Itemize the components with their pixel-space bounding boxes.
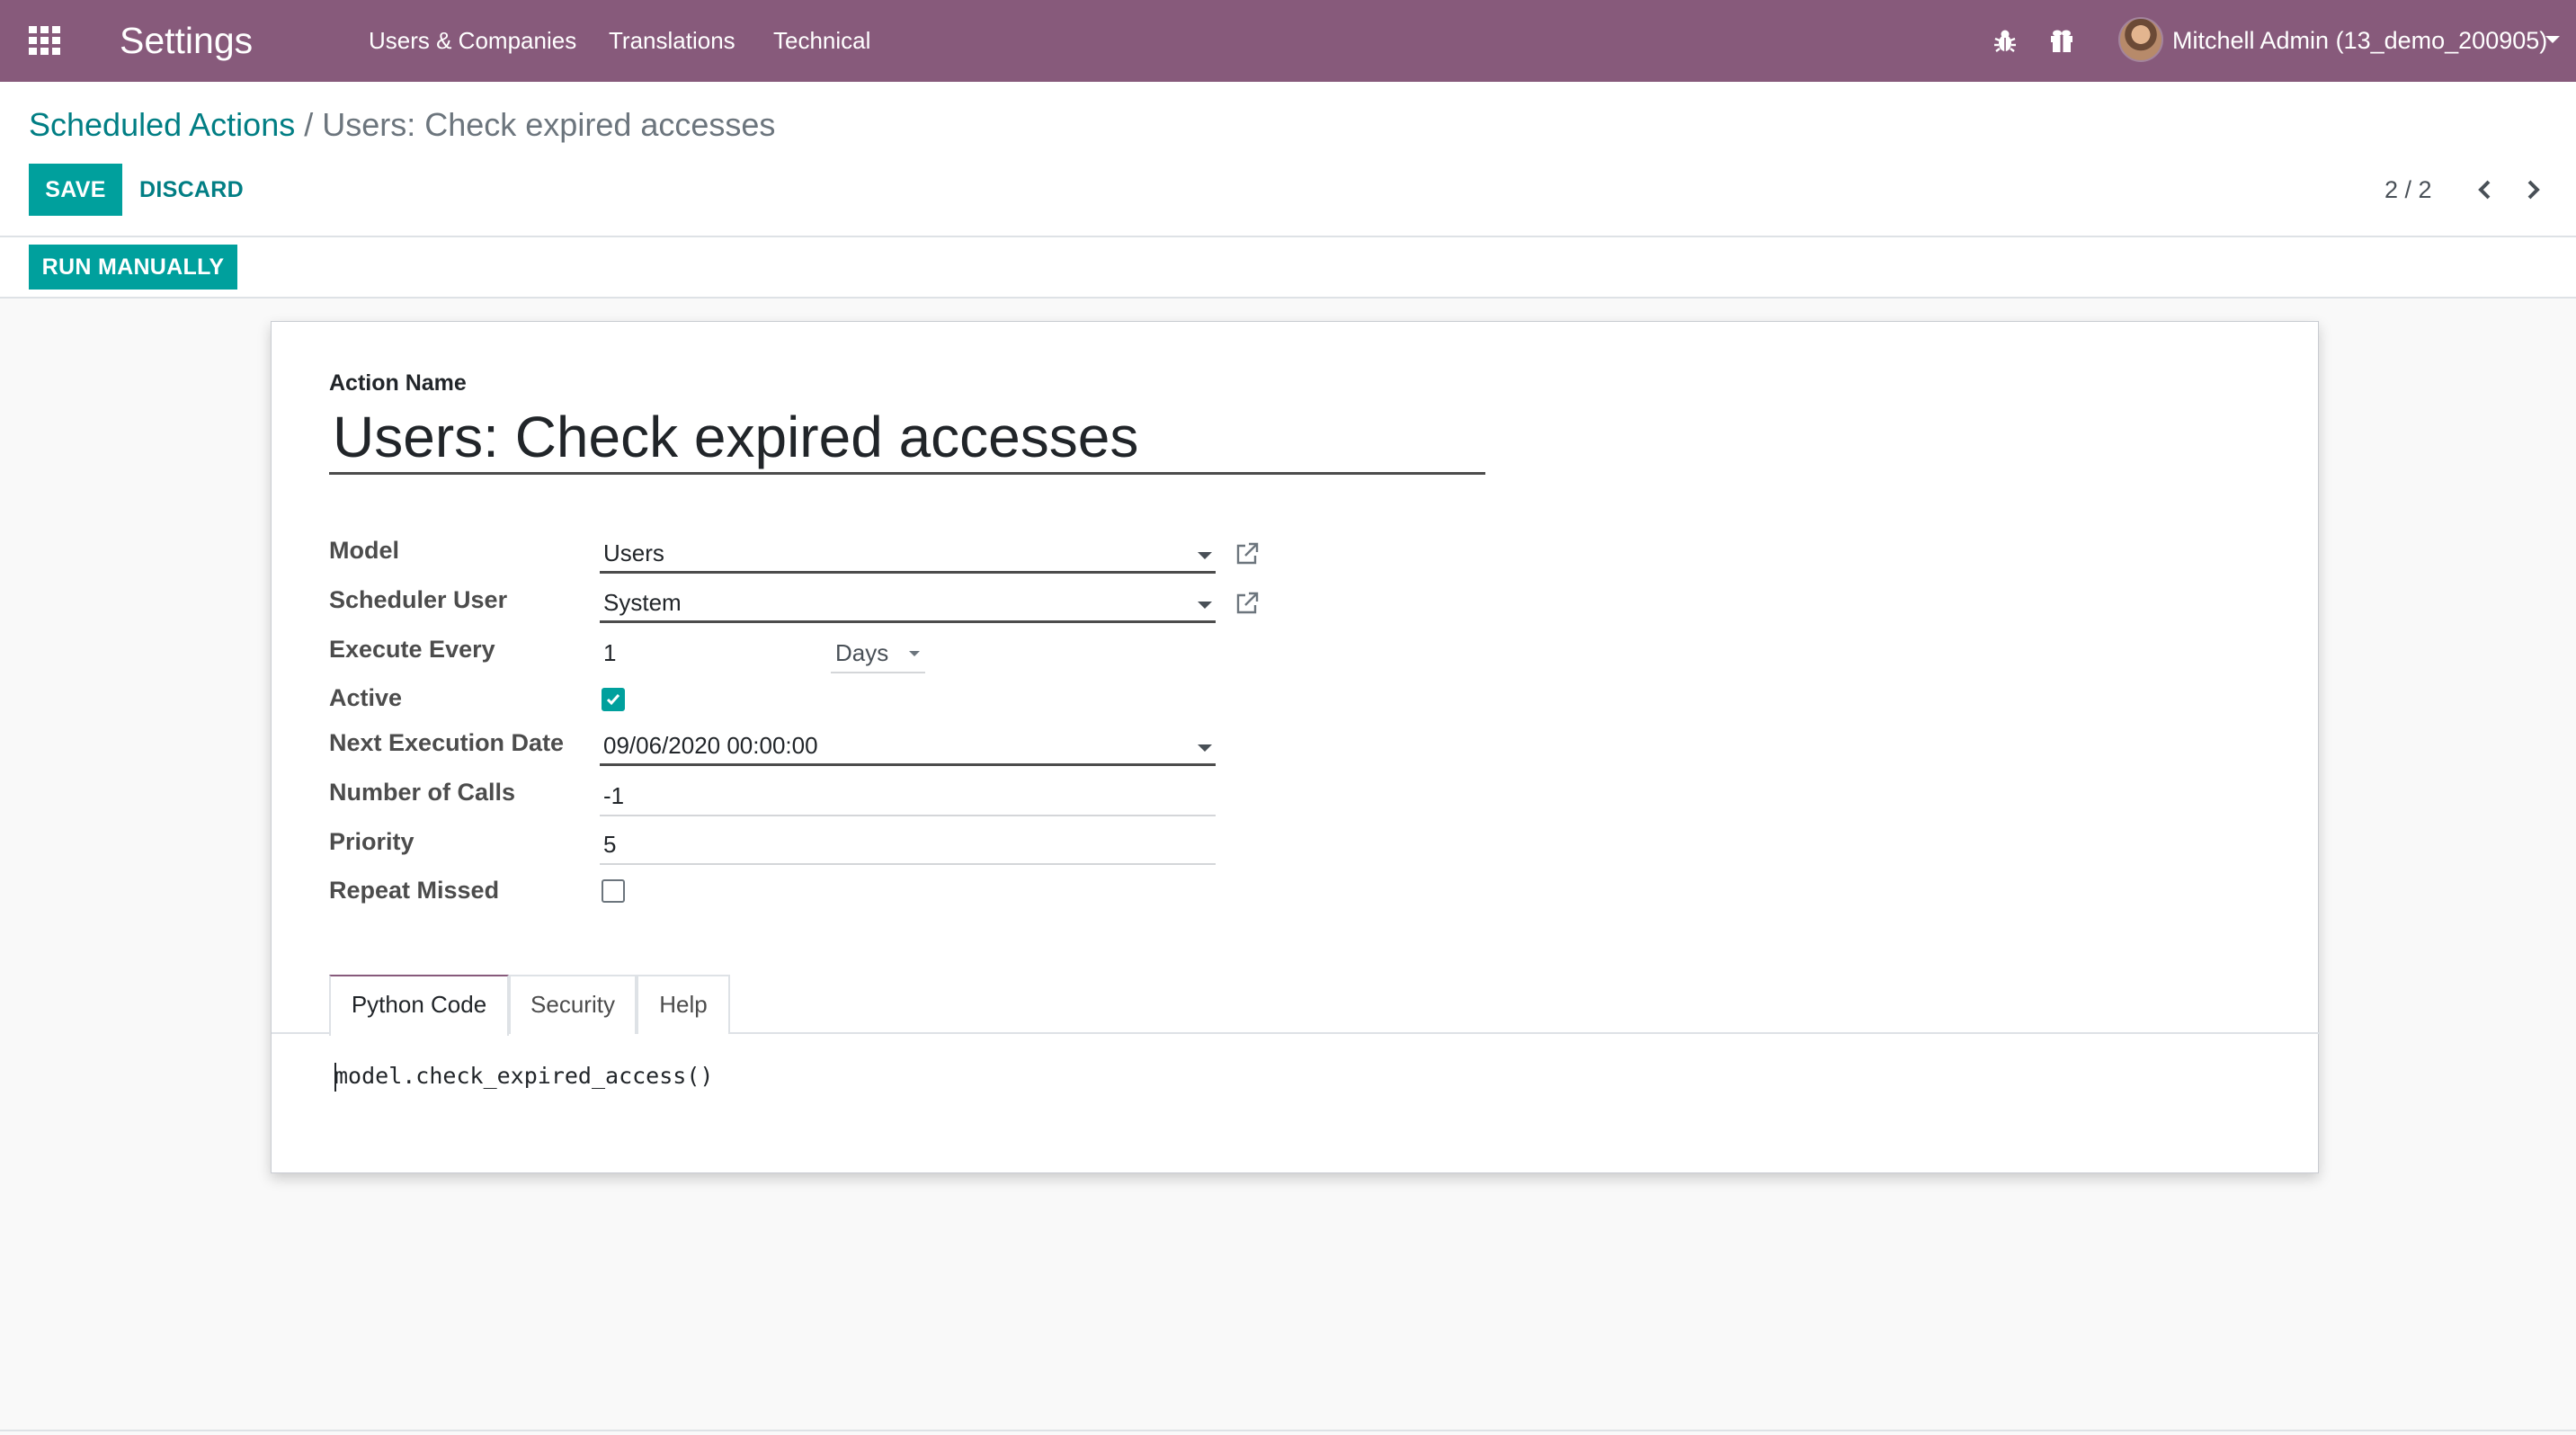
save-button[interactable]: SAVE bbox=[29, 164, 122, 216]
form-statusbar: RUN MANUALLY bbox=[0, 237, 2576, 299]
breadcrumb: Scheduled Actions / Users: Check expired a… bbox=[29, 105, 775, 145]
caret-down-icon[interactable] bbox=[2545, 36, 2560, 43]
next-execution-date-label: Next Execution Date bbox=[329, 729, 565, 756]
date-picker-caret-icon[interactable] bbox=[1198, 744, 1212, 752]
tab-python-code[interactable]: Python Code bbox=[329, 975, 509, 1036]
pager-value[interactable]: 2 / 2 bbox=[2384, 174, 2432, 205]
breadcrumb-current: Users: Check expired accesses bbox=[322, 106, 776, 143]
user-avatar[interactable] bbox=[2118, 17, 2163, 62]
number-of-calls-input[interactable]: -1 bbox=[600, 779, 1216, 816]
scheduler-user-external-link-icon[interactable] bbox=[1234, 590, 1261, 617]
number-of-calls-label: Number of Calls bbox=[329, 779, 516, 806]
breadcrumb-separator: / bbox=[304, 106, 314, 143]
bug-icon[interactable] bbox=[1993, 27, 2017, 54]
menu-technical[interactable]: Technical bbox=[773, 25, 870, 56]
pager-next-icon[interactable] bbox=[2518, 172, 2550, 208]
app-title[interactable]: Settings bbox=[120, 18, 253, 63]
pager-previous-icon[interactable] bbox=[2468, 172, 2500, 208]
interval-type-caret-icon[interactable] bbox=[909, 651, 920, 656]
tab-security[interactable]: Security bbox=[509, 975, 637, 1034]
scheduler-user-dropdown-caret-icon[interactable] bbox=[1198, 602, 1212, 609]
form-sheet: Action Name Users: Check expired accesse… bbox=[271, 321, 2320, 1173]
gift-icon[interactable] bbox=[2050, 27, 2073, 54]
action-name-input[interactable]: Users: Check expired accesses bbox=[329, 403, 1485, 475]
repeat-missed-label: Repeat Missed bbox=[329, 877, 500, 904]
model-input[interactable]: Users bbox=[600, 536, 1216, 574]
menu-users-companies[interactable]: Users & Companies bbox=[369, 25, 576, 56]
user-menu[interactable]: Mitchell Admin (13_demo_200905) bbox=[2172, 25, 2547, 56]
action-name-label: Action Name bbox=[329, 370, 467, 396]
execute-every-label: Execute Every bbox=[329, 636, 495, 663]
menu-translations[interactable]: Translations bbox=[609, 25, 735, 56]
priority-input[interactable]: 5 bbox=[600, 827, 1216, 865]
discard-button[interactable]: DISCARD bbox=[139, 164, 244, 216]
breadcrumb-parent[interactable]: Scheduled Actions bbox=[29, 106, 295, 143]
model-dropdown-caret-icon[interactable] bbox=[1198, 552, 1212, 559]
model-external-link-icon[interactable] bbox=[1234, 540, 1261, 567]
apps-grid-icon[interactable] bbox=[29, 26, 61, 56]
scheduler-user-label: Scheduler User bbox=[329, 586, 508, 613]
check-icon bbox=[606, 694, 620, 706]
tab-help[interactable]: Help bbox=[637, 975, 730, 1034]
run-manually-button[interactable]: RUN MANUALLY bbox=[29, 245, 237, 290]
top-navbar: Settings Users & Companies Translations … bbox=[0, 0, 2576, 82]
interval-number-input[interactable]: 1 bbox=[600, 636, 824, 673]
scheduler-user-input[interactable]: System bbox=[600, 585, 1216, 623]
bottom-divider bbox=[0, 1430, 2576, 1431]
control-panel: Scheduled Actions / Users: Check expired a… bbox=[0, 82, 2576, 237]
active-checkbox[interactable] bbox=[602, 688, 625, 711]
priority-label: Priority bbox=[329, 828, 414, 855]
model-label: Model bbox=[329, 537, 399, 564]
python-code-editor[interactable]: model.check_expired_access() bbox=[334, 1061, 713, 1092]
active-label: Active bbox=[329, 684, 403, 711]
repeat-missed-checkbox[interactable] bbox=[602, 879, 625, 903]
next-execution-date-input[interactable]: 09/06/2020 00:00:00 bbox=[600, 728, 1216, 766]
